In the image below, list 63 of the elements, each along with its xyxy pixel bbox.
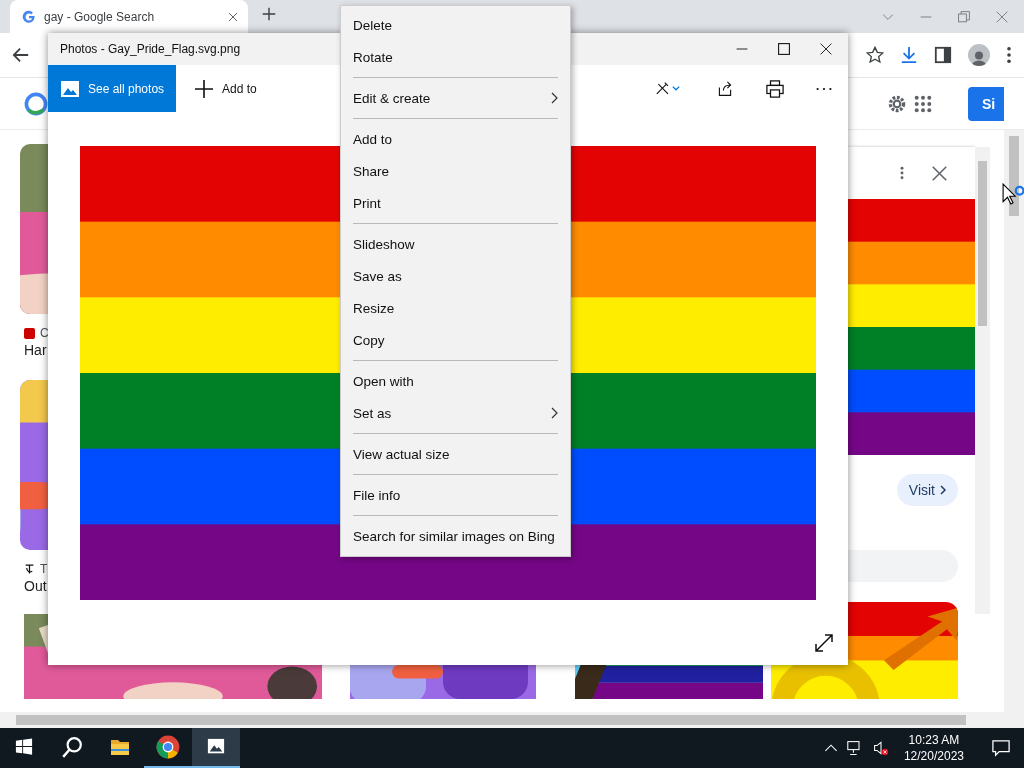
news-logo-icon bbox=[24, 327, 35, 339]
menu-item[interactable]: Delete bbox=[341, 9, 570, 41]
google-icon bbox=[22, 9, 36, 24]
side-panel-icon[interactable] bbox=[934, 46, 952, 64]
chevron-right-icon bbox=[940, 485, 946, 495]
windows-icon[interactable] bbox=[15, 738, 33, 756]
scrollbar[interactable] bbox=[975, 147, 990, 614]
menu-item[interactable]: Rotate bbox=[341, 41, 570, 73]
download-icon[interactable] bbox=[900, 46, 918, 64]
clock[interactable]: 10:23 AM 12/20/2023 bbox=[897, 732, 970, 764]
chevron-right-icon bbox=[550, 92, 558, 104]
visit-button[interactable]: Visit bbox=[896, 474, 958, 506]
chrome-icon[interactable] bbox=[156, 735, 180, 759]
print-icon[interactable] bbox=[766, 79, 784, 98]
menu-item[interactable]: Edit & create bbox=[341, 82, 570, 114]
image-icon bbox=[60, 79, 80, 98]
chevron-right-icon bbox=[550, 407, 558, 419]
see-all-photos-button[interactable]: See all photos bbox=[48, 65, 177, 112]
apps-grid-icon[interactable] bbox=[914, 94, 932, 113]
menu-item[interactable]: View actual size bbox=[341, 438, 570, 470]
more-options-icon[interactable] bbox=[1006, 46, 1012, 64]
menu-item[interactable]: File info bbox=[341, 479, 570, 511]
source-name: C bbox=[40, 326, 49, 340]
share-icon[interactable] bbox=[716, 80, 734, 97]
window-title: Photos - Gay_Pride_Flag.svg.png bbox=[60, 42, 242, 56]
restore-icon[interactable] bbox=[958, 10, 970, 23]
browser-tab[interactable]: gay - Google Search bbox=[10, 0, 248, 33]
source-name: T bbox=[40, 562, 48, 576]
news-logo-icon bbox=[24, 563, 35, 575]
plus-icon bbox=[194, 78, 215, 99]
menu-item[interactable]: Add to bbox=[341, 123, 570, 155]
menu-item[interactable]: Slideshow bbox=[341, 228, 570, 260]
menu-item[interactable]: Copy bbox=[341, 324, 570, 356]
menu-item[interactable]: Print bbox=[341, 187, 570, 219]
folder-icon[interactable] bbox=[109, 737, 131, 757]
logo-icon[interactable] bbox=[24, 91, 48, 116]
menu-item[interactable]: Share bbox=[341, 155, 570, 187]
close-icon[interactable] bbox=[820, 43, 832, 55]
volume-muted-icon[interactable] bbox=[871, 740, 890, 756]
add-to-button[interactable]: Add to bbox=[188, 77, 263, 100]
menu-item[interactable]: Save as bbox=[341, 260, 570, 292]
profile-avatar[interactable] bbox=[968, 44, 990, 66]
expand-icon[interactable] bbox=[814, 633, 834, 653]
image-icon[interactable] bbox=[205, 738, 227, 756]
menu-item[interactable]: Set as bbox=[341, 397, 570, 429]
back-arrow-icon[interactable] bbox=[12, 46, 30, 64]
result-title[interactable]: Out bbox=[24, 578, 47, 594]
menu-item[interactable]: Open with bbox=[341, 365, 570, 397]
new-tab-icon[interactable] bbox=[262, 6, 276, 21]
close-icon[interactable] bbox=[228, 11, 238, 22]
more-options-icon[interactable] bbox=[900, 165, 904, 181]
taskbar-button[interactable] bbox=[192, 728, 240, 768]
search-icon[interactable] bbox=[61, 736, 83, 758]
close-icon[interactable] bbox=[932, 165, 947, 181]
more-options-icon[interactable] bbox=[816, 86, 832, 91]
search-field[interactable] bbox=[848, 550, 958, 582]
star-icon[interactable] bbox=[866, 46, 884, 64]
notifications-icon[interactable] bbox=[991, 739, 1011, 757]
menu-item[interactable]: Search for similar images on Bing bbox=[341, 520, 570, 552]
sign-in-button[interactable]: Si bbox=[968, 86, 1004, 121]
menu-item[interactable]: Resize bbox=[341, 292, 570, 324]
maximize-icon[interactable] bbox=[778, 43, 790, 55]
result-title[interactable]: Har bbox=[24, 342, 47, 358]
